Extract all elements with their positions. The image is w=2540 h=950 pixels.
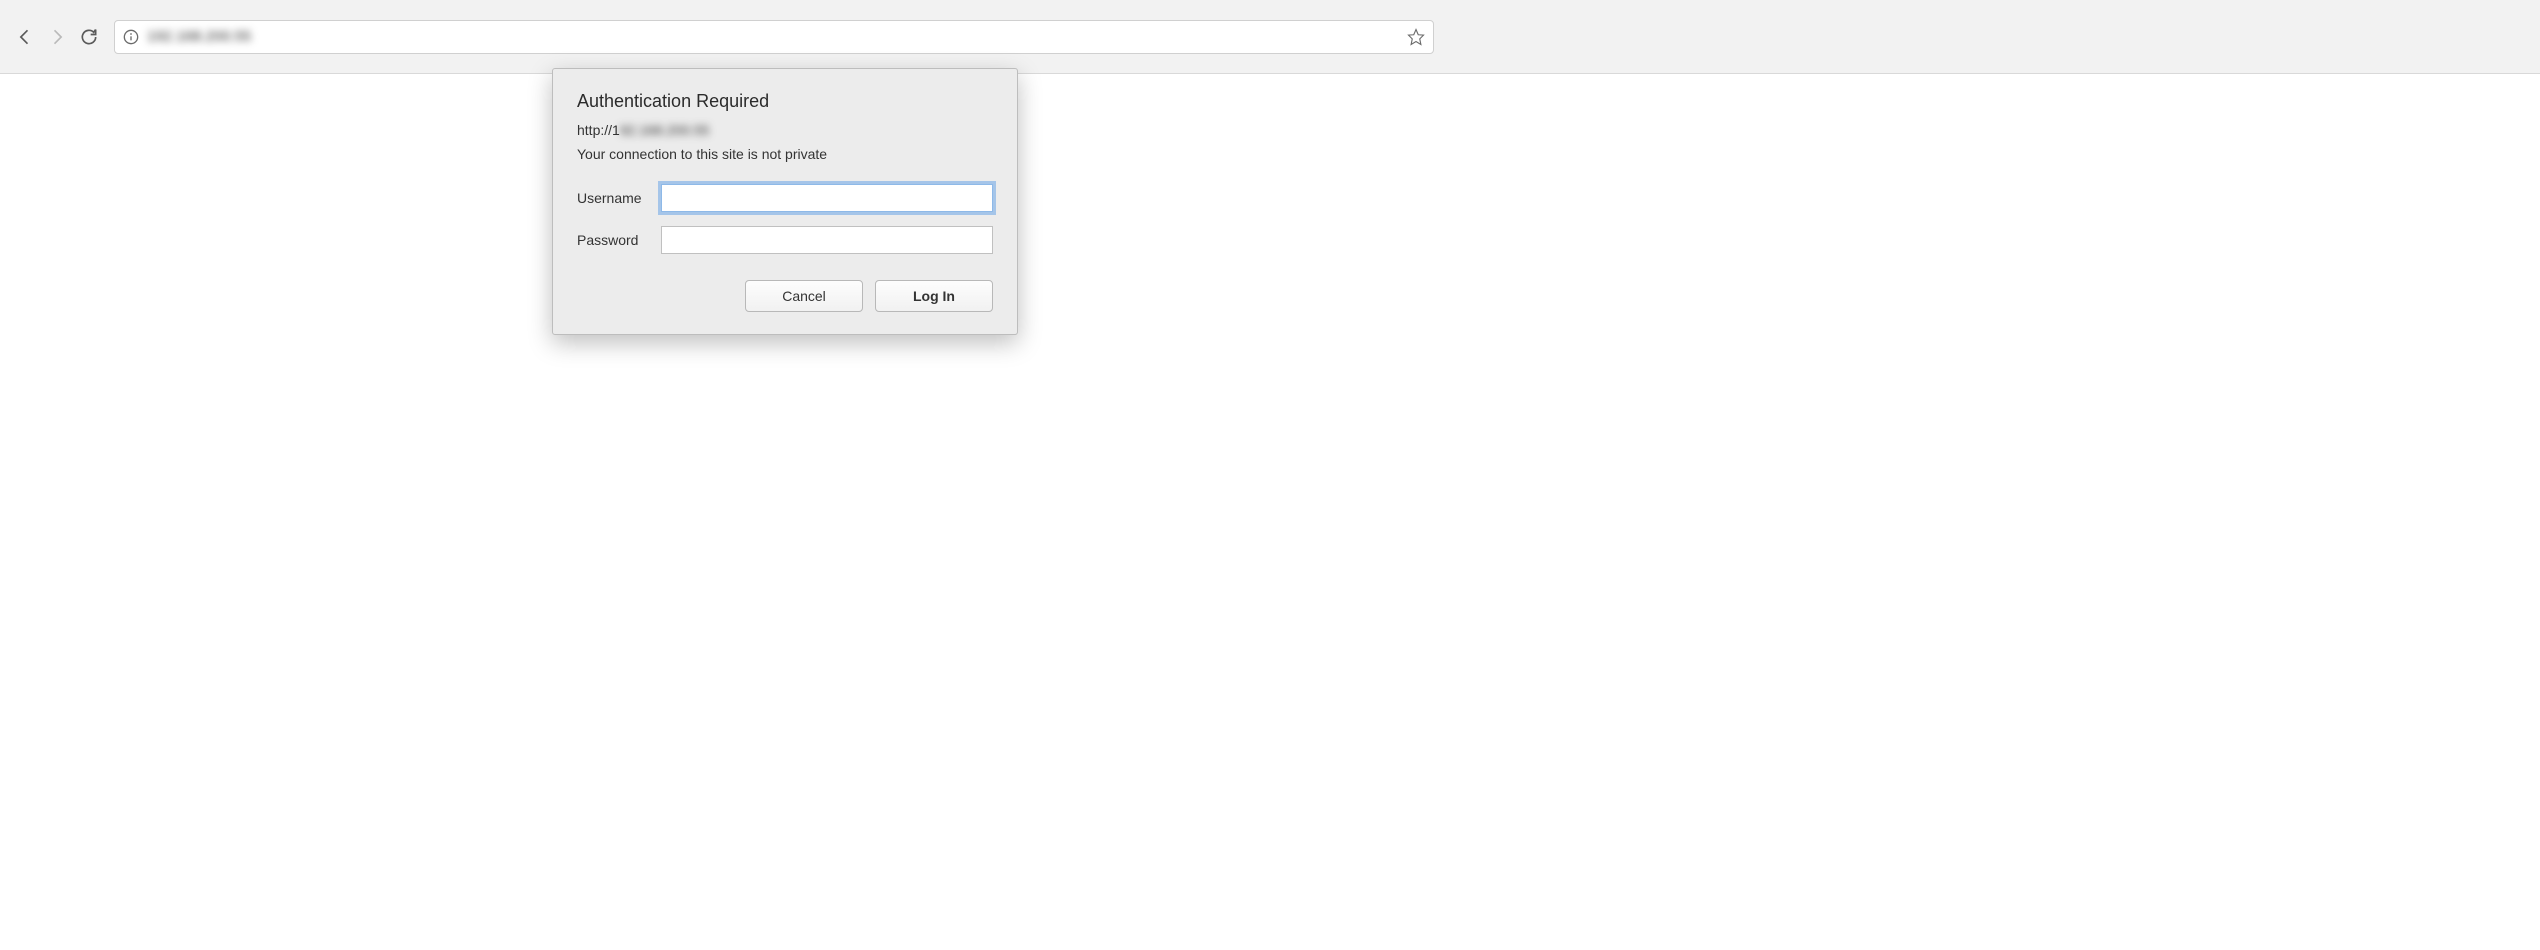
arrow-left-icon (15, 27, 35, 47)
reload-icon (79, 27, 99, 47)
page-content: Authentication Required http://192.168.2… (0, 74, 2540, 950)
username-label: Username (577, 190, 661, 206)
username-input[interactable] (661, 184, 993, 212)
forward-button[interactable] (47, 27, 67, 47)
nav-button-group (10, 27, 104, 47)
password-input[interactable] (661, 226, 993, 254)
login-button[interactable]: Log In (875, 280, 993, 312)
dialog-button-row: Cancel Log In (577, 280, 993, 312)
auth-dialog: Authentication Required http://192.168.2… (552, 68, 1018, 335)
username-row: Username (577, 184, 993, 212)
reload-button[interactable] (79, 27, 99, 47)
password-row: Password (577, 226, 993, 254)
address-bar[interactable]: 192.168.200.55 (114, 20, 1434, 54)
site-info-icon[interactable] (123, 29, 139, 45)
dialog-title: Authentication Required (577, 91, 993, 112)
dialog-url: http://192.168.200.55 (577, 122, 709, 138)
cancel-button[interactable]: Cancel (745, 280, 863, 312)
arrow-right-icon (47, 27, 67, 47)
password-label: Password (577, 232, 661, 248)
browser-toolbar: 192.168.200.55 (0, 0, 2540, 74)
back-button[interactable] (15, 27, 35, 47)
bookmark-star-icon[interactable] (1407, 28, 1425, 46)
url-display: 192.168.200.55 (147, 28, 1399, 45)
dialog-warning: Your connection to this site is not priv… (577, 146, 993, 162)
